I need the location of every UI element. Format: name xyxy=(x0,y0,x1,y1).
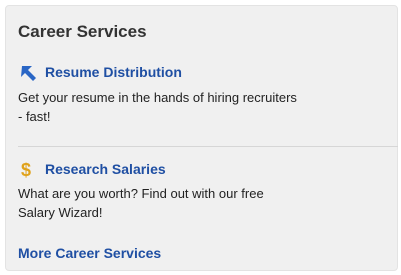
panel-title: Career Services xyxy=(18,22,147,41)
research-salaries-link[interactable]: Research Salaries xyxy=(45,161,166,177)
more-career-services-link[interactable]: More Career Services xyxy=(18,245,161,261)
arrow-upleft-icon xyxy=(18,63,40,81)
salary-desc-line-1: What are you worth? Find out with our fr… xyxy=(18,186,264,201)
career-services-panel: Career Services Resume Distribution Get … xyxy=(5,5,398,271)
dollar-icon: $ xyxy=(18,160,40,180)
salary-desc-line-2: Salary Wizard! xyxy=(18,205,103,220)
section-divider xyxy=(18,146,398,147)
svg-text:$: $ xyxy=(21,160,31,178)
resume-desc-line-2: - fast! xyxy=(18,109,51,124)
resume-desc-line-1: Get your resume in the hands of hiring r… xyxy=(18,90,297,105)
research-salaries-description: What are you worth? Find out with our fr… xyxy=(18,184,398,222)
resume-distribution-header: Resume Distribution xyxy=(18,63,182,81)
research-salaries-header: $ Research Salaries xyxy=(18,160,166,180)
resume-distribution-description: Get your resume in the hands of hiring r… xyxy=(18,88,398,126)
resume-distribution-link[interactable]: Resume Distribution xyxy=(45,64,182,80)
